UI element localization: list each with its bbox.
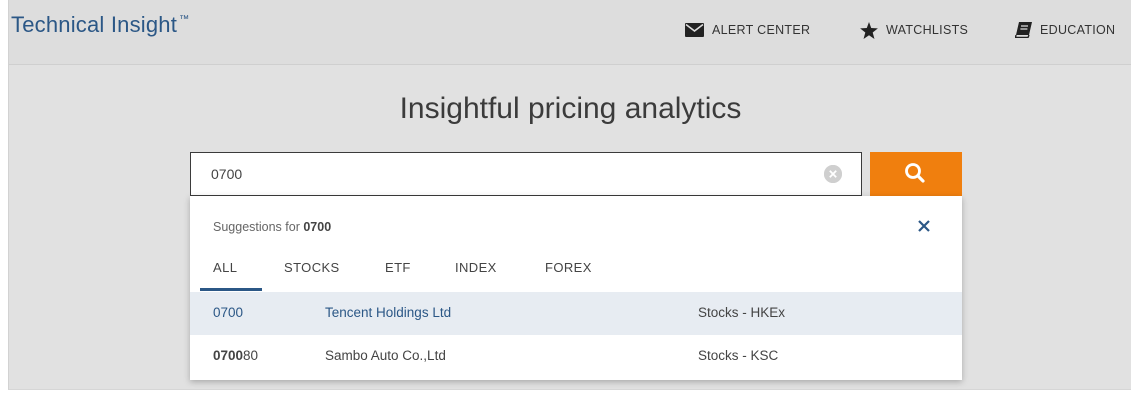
clear-circle-icon [824, 165, 842, 183]
result-symbol-rest: 80 [243, 348, 259, 363]
close-suggestions-button[interactable] [916, 218, 932, 234]
nav-watchlists[interactable]: WATCHLISTS [860, 21, 968, 39]
result-name: Sambo Auto Co.,Ltd [325, 348, 446, 363]
top-navigation-bar: Technical Insight ™ ALERT CENTER WATCHLIS… [9, 0, 1131, 65]
nav-watchlists-label: WATCHLISTS [886, 23, 969, 37]
tab-stocks[interactable]: STOCKS [284, 260, 340, 275]
result-symbol-match: 0700 [213, 305, 244, 320]
app-panel: Technical Insight ™ ALERT CENTER WATCHLIS… [8, 0, 1131, 390]
suggestions-dropdown: Suggestions for 0700 ALL STOCKS ETF INDE… [190, 196, 962, 380]
close-icon [918, 220, 930, 232]
nav-alert-center[interactable]: ALERT CENTER [685, 21, 810, 39]
nav-education-label: EDUCATION [1040, 23, 1116, 37]
nav-alert-center-label: ALERT CENTER [712, 23, 811, 37]
suggestions-label: Suggestions for 0700 [213, 220, 331, 234]
page-headline: Insightful pricing analytics [399, 92, 742, 125]
brand-logo[interactable]: Technical Insight ™ [11, 12, 189, 38]
result-symbol-match: 0700 [213, 348, 244, 363]
book-icon [1015, 22, 1032, 38]
result-name: Tencent Holdings Ltd [325, 305, 452, 320]
suggestion-tabs: ALL STOCKS ETF INDEX FOREX [190, 252, 962, 292]
tab-etf[interactable]: ETF [385, 260, 411, 275]
suggestions-query: 0700 [303, 220, 332, 234]
suggestions-prefix: Suggestions for [213, 220, 300, 234]
tab-all[interactable]: ALL [213, 260, 237, 275]
result-exchange: Stocks - HKEx [698, 305, 786, 320]
result-symbol: 0700 [213, 305, 243, 320]
search-button[interactable] [870, 152, 962, 196]
nav-education[interactable]: EDUCATION [1015, 21, 1115, 39]
result-exchange: Stocks - KSC [698, 348, 779, 363]
trademark-symbol: ™ [179, 14, 190, 25]
search-bar [190, 152, 962, 196]
active-tab-indicator [200, 288, 262, 291]
star-icon [860, 21, 878, 39]
tab-forex[interactable]: FOREX [545, 260, 592, 275]
search-input[interactable] [211, 162, 811, 186]
suggestion-row[interactable]: 0700 Tencent Holdings Ltd Stocks - HKEx [190, 292, 962, 335]
page: Technical Insight ™ ALERT CENTER WATCHLIS… [0, 0, 1131, 407]
search-icon [905, 163, 925, 183]
suggestion-row[interactable]: 070080 Sambo Auto Co.,Ltd Stocks - KSC [190, 335, 962, 378]
envelope-icon [685, 23, 704, 37]
result-symbol: 070080 [213, 348, 258, 363]
search-input-box[interactable] [190, 152, 862, 196]
tab-index[interactable]: INDEX [455, 260, 497, 275]
clear-search-button[interactable] [824, 165, 842, 183]
brand-title: Technical Insight [11, 12, 178, 37]
